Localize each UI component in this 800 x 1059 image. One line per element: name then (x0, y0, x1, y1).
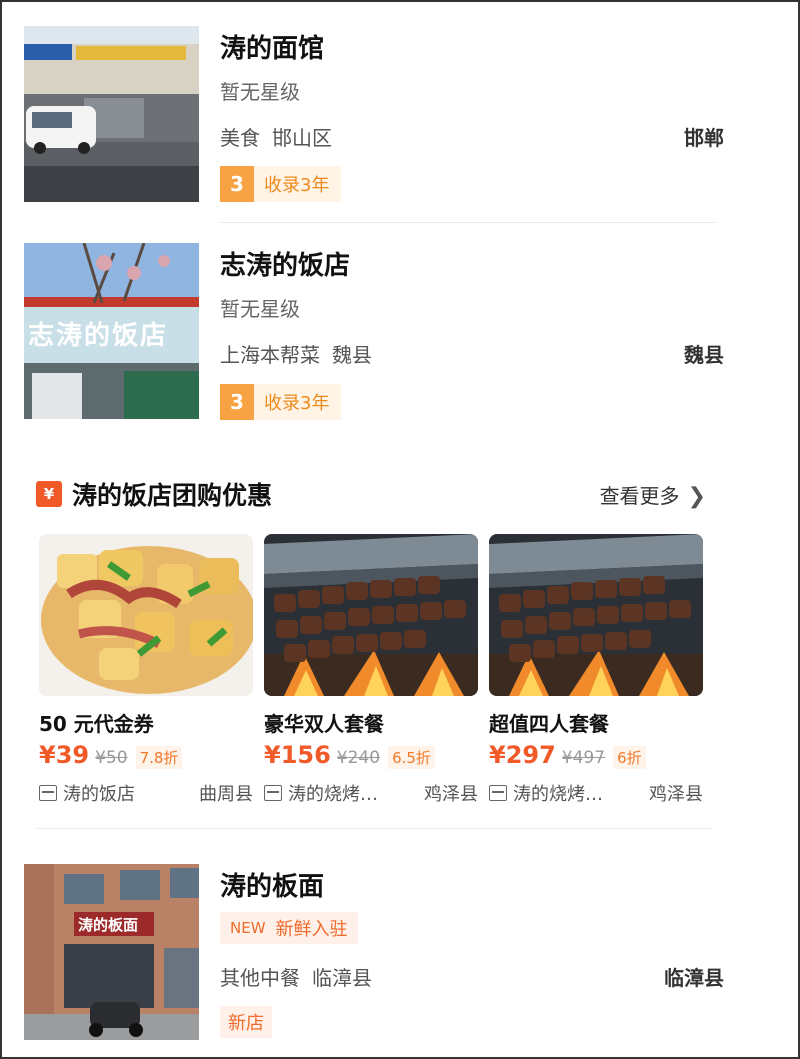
deal-photo (264, 534, 478, 696)
deal-card[interactable]: 50 元代金券 ¥39 ¥50 7.8折 涛的饭店 曲周县 (39, 534, 253, 805)
shop-rating: 暂无星级 (220, 297, 300, 321)
deal-price-row: ¥297 ¥497 6折 (489, 741, 646, 769)
shop-card[interactable]: 志涛的饭店 志涛的饭店 暂无星级 上海本帮菜 魏县 魏县 3 收录3年 (24, 243, 724, 420)
view-more-link[interactable]: 查看更多 ❯ (600, 480, 706, 509)
shop-photo: 志涛的饭店 (24, 243, 199, 419)
shop-category: 其他中餐 (220, 966, 300, 990)
deal-shop-row: 涛的饭店 曲周县 (39, 780, 253, 806)
shop-name[interactable]: 涛的板面 (220, 866, 324, 903)
shop-name[interactable]: 涛的面馆 (220, 28, 324, 65)
deals-section-title: 涛的饭店团购优惠 (72, 481, 273, 510)
shop-meta: 美食 邯山区 (220, 122, 332, 151)
deal-discount: 6.5折 (388, 746, 435, 769)
shop-name[interactable]: 志涛的饭店 (220, 245, 350, 282)
deal-discount: 6折 (613, 746, 646, 769)
shop-city: 魏县 (684, 343, 724, 367)
shop-district: 临漳县 (312, 966, 372, 990)
shop-card[interactable]: 涛的面馆 暂无星级 美食 邯山区 邯郸 3 收录3年 (24, 26, 724, 202)
divider (220, 222, 716, 223)
shop-sign: 涛的板面 (78, 916, 139, 934)
shop-photo: 涛的板面 (24, 864, 199, 1040)
deal-price: ¥156 (264, 741, 331, 769)
shop-district: 邯山区 (272, 126, 332, 150)
deal-price: ¥39 (39, 741, 90, 769)
deal-shop-name: 涛的烧烤… (288, 784, 378, 805)
shop-district: 魏县 (332, 343, 372, 367)
years-tag-number: 3 (220, 166, 254, 202)
deal-photo (39, 534, 253, 696)
shop-sign: 志涛的饭店 (28, 321, 169, 351)
deal-location: 鸡泽县 (649, 784, 703, 805)
deal-name[interactable]: 超值四人套餐 (489, 708, 609, 737)
coupon-icon: ¥ (36, 481, 62, 507)
deal-location: 鸡泽县 (424, 784, 478, 805)
shop-category: 上海本帮菜 (220, 343, 320, 367)
shop-city: 临漳县 (664, 966, 724, 990)
years-tag-text: 收录3年 (264, 175, 330, 196)
deal-original-price: ¥240 (336, 748, 381, 768)
deal-price: ¥297 (489, 741, 556, 769)
shop-rating: 暂无星级 (220, 80, 300, 104)
view-more-label[interactable]: 查看更多 (600, 484, 680, 508)
years-tag-number: 3 (220, 384, 254, 420)
deal-name[interactable]: 豪华双人套餐 (264, 708, 384, 737)
new-shop-tag: 新店 (220, 1006, 272, 1038)
shop-category: 美食 (220, 126, 260, 150)
shop-meta: 其他中餐 临漳县 (220, 962, 372, 991)
shop-photo (24, 26, 199, 202)
years-tag: 3 收录3年 (220, 166, 342, 202)
deal-price-row: ¥39 ¥50 7.8折 (39, 741, 183, 769)
deal-card[interactable]: 豪华双人套餐 ¥156 ¥240 6.5折 涛的烧烤… 鸡泽县 (264, 534, 478, 805)
new-badge: NEW 新鲜入驻 (220, 912, 358, 944)
years-tag-text: 收录3年 (264, 393, 330, 414)
shop-card[interactable]: 涛的板面 涛的板面 NEW 新鲜入驻 其他中餐 临漳县 临漳县 新店 (24, 864, 724, 1040)
deal-photo (489, 534, 703, 696)
deal-shop-name: 涛的烧烤… (513, 784, 603, 805)
shop-city: 邯郸 (684, 126, 724, 150)
deal-shop-row: 涛的烧烤… 鸡泽县 (264, 780, 478, 806)
chevron-right-icon: ❯ (687, 484, 706, 509)
new-badge-en: NEW (230, 919, 266, 937)
years-tag: 3 收录3年 (220, 384, 342, 420)
divider (36, 828, 712, 829)
deal-card[interactable]: 超值四人套餐 ¥297 ¥497 6折 涛的烧烤… 鸡泽县 (489, 534, 703, 805)
store-icon (489, 785, 507, 801)
deal-shop-row: 涛的烧烤… 鸡泽县 (489, 780, 703, 806)
deal-location: 曲周县 (199, 784, 253, 805)
shop-meta: 上海本帮菜 魏县 (220, 339, 372, 368)
deal-name[interactable]: 50 元代金券 (39, 708, 154, 737)
store-icon (264, 785, 282, 801)
deal-original-price: ¥50 (95, 748, 128, 768)
deal-discount: 7.8折 (135, 746, 183, 769)
deal-shop-name: 涛的饭店 (63, 784, 135, 805)
deal-original-price: ¥497 (561, 748, 606, 768)
deal-price-row: ¥156 ¥240 6.5折 (264, 741, 435, 769)
new-badge-cn: 新鲜入驻 (275, 919, 348, 940)
store-icon (39, 785, 57, 801)
